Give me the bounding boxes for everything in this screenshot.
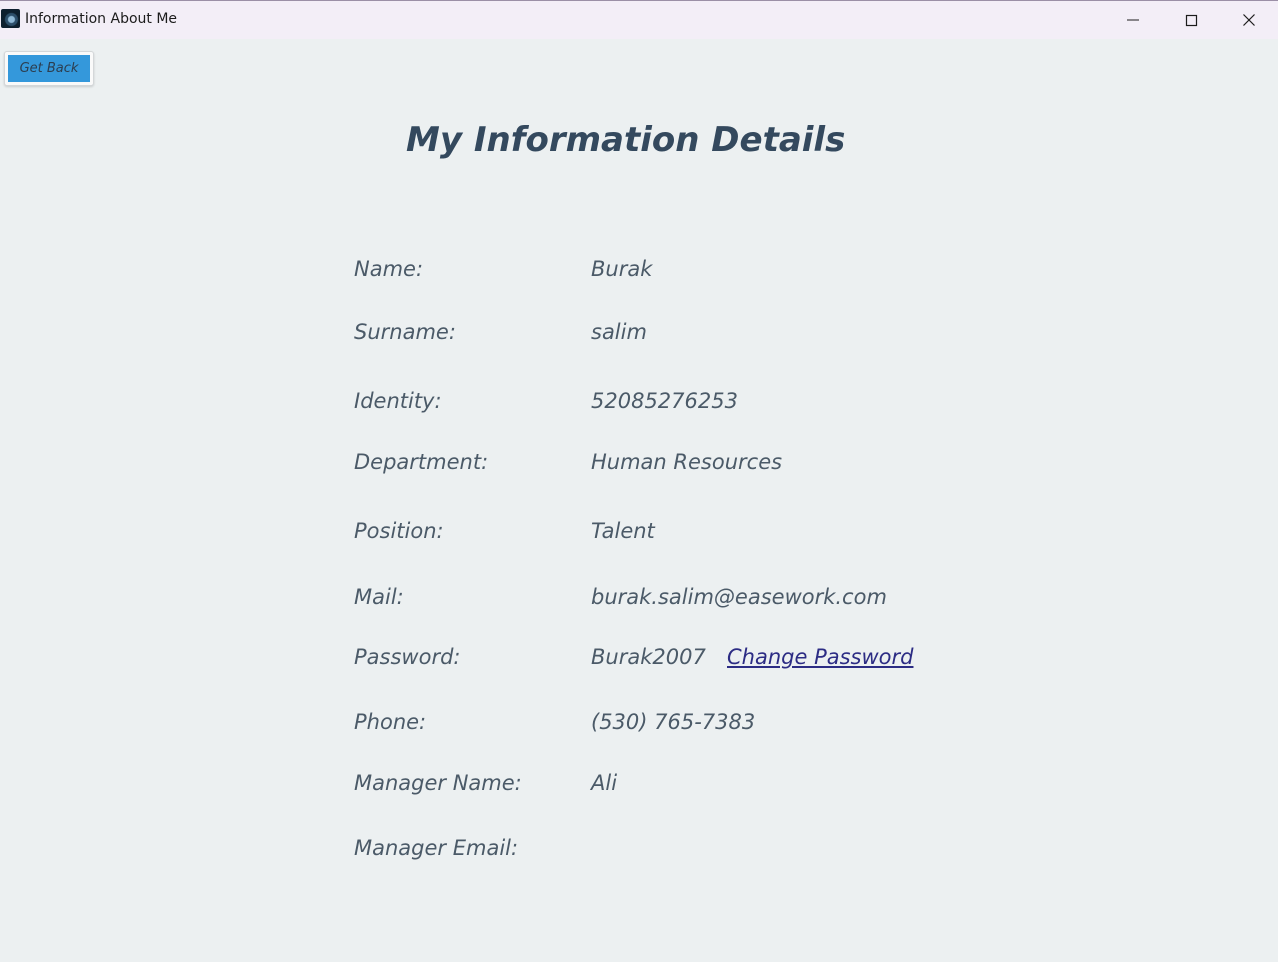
phone-value: (530) 765-7383: [591, 710, 756, 734]
identity-value: 52085276253: [591, 389, 738, 413]
name-value: Burak: [591, 257, 653, 281]
manager-email-label: Manager Email:: [354, 836, 519, 860]
position-label: Position:: [354, 519, 444, 543]
manager-name-value: Ali: [591, 771, 618, 795]
page-title: My Information Details: [406, 120, 846, 160]
identity-label: Identity:: [354, 389, 442, 413]
close-button[interactable]: [1220, 1, 1278, 39]
get-back-button-label[interactable]: Get Back: [8, 55, 90, 82]
surname-label: Surname:: [354, 320, 456, 344]
close-icon: [1243, 14, 1255, 26]
maximize-button[interactable]: [1162, 1, 1220, 39]
manager-name-label: Manager Name:: [354, 771, 522, 795]
mail-label: Mail:: [354, 585, 404, 609]
password-label: Password:: [354, 645, 461, 669]
password-value: Burak2007: [591, 645, 706, 669]
phone-label: Phone:: [354, 710, 427, 734]
app-icon: [1, 9, 20, 28]
mail-value: burak.salim@easework.com: [591, 585, 887, 609]
window-title: Information About Me: [25, 11, 178, 27]
title-bar[interactable]: Information About Me: [0, 0, 1278, 39]
change-password-link[interactable]: Change Password: [727, 645, 913, 669]
app-window: Information About Me Get Back My Informa…: [0, 0, 1278, 962]
minimize-button[interactable]: [1104, 1, 1162, 39]
maximize-icon: [1185, 14, 1198, 27]
position-value: Talent: [591, 519, 655, 543]
get-back-button[interactable]: Get Back: [4, 51, 94, 86]
surname-value: salim: [591, 320, 647, 344]
department-value: Human Resources: [591, 450, 783, 474]
department-label: Department:: [354, 450, 489, 474]
minimize-icon: [1127, 19, 1139, 21]
name-label: Name:: [354, 257, 424, 281]
